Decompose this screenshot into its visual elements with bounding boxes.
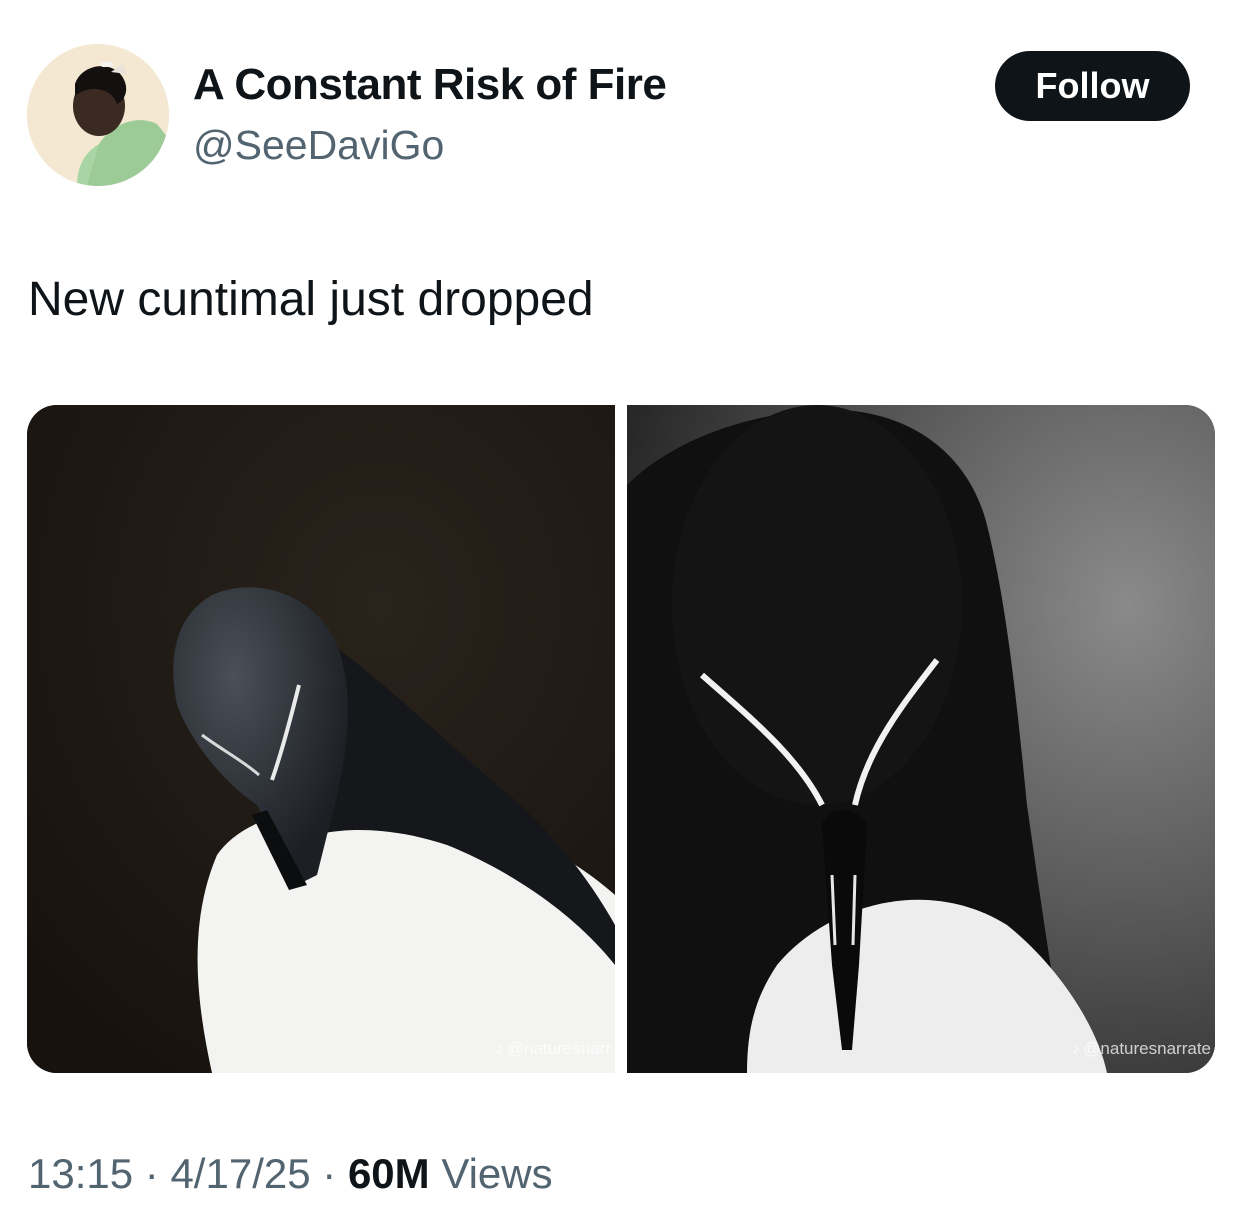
views-label: Views [441,1150,553,1197]
right-watermark: ♪ @naturesnarrate [1072,1039,1211,1059]
tweet-date[interactable]: 4/17/25 [170,1150,310,1197]
follow-button[interactable]: Follow [995,51,1190,121]
left-watermark: ♪ @naturesnarr [495,1039,611,1059]
tiktok-icon: ♪ [495,1039,504,1058]
avatar[interactable] [27,44,169,186]
meta-separator: · [144,1150,159,1197]
author-handle[interactable]: @SeeDaviGo [193,122,444,169]
razorbill-front-image [627,405,1215,1073]
tweet-media[interactable]: ♪ @naturesnarr ♪ @naturesnarrate [27,405,1215,1073]
left-watermark-text: @naturesnarr [506,1039,611,1058]
tiktok-icon: ♪ [1071,1039,1081,1058]
tweet-text: New cuntimal just dropped [28,273,594,326]
views-count: 60M [347,1150,430,1197]
meta-separator: · [322,1150,337,1197]
razorbill-side-image [27,405,615,1073]
tweet-meta: 13:15 · 4/17/25 · 60M Views [28,1150,553,1198]
tweet-time[interactable]: 13:15 [28,1150,133,1197]
media-photo-right[interactable]: ♪ @naturesnarrate [627,405,1215,1073]
media-photo-left[interactable]: ♪ @naturesnarr [27,405,615,1073]
right-watermark-text: @naturesnarrate [1083,1039,1211,1058]
author-display-name[interactable]: A Constant Risk of Fire [193,60,667,110]
